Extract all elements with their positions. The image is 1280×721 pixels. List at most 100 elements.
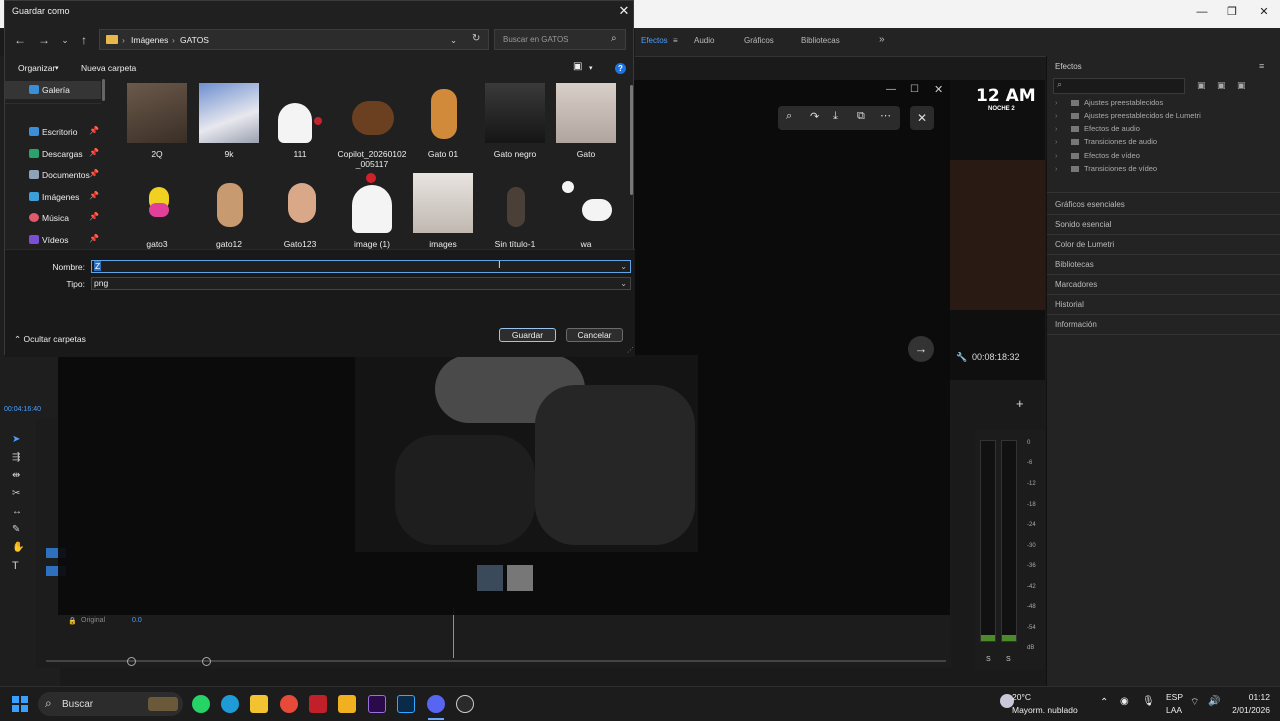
- language-line2[interactable]: LAA: [1166, 705, 1182, 715]
- recent-dropdown-icon[interactable]: ⌄: [58, 33, 72, 47]
- sidebar-item-escritorio[interactable]: Escritorio 📌: [5, 123, 101, 141]
- scroll-handle-left[interactable]: [127, 657, 136, 666]
- sidebar-item-videos[interactable]: Vídeos 📌: [5, 231, 101, 249]
- viewer-maximize-icon[interactable]: ☐: [910, 84, 919, 95]
- wrench-icon[interactable]: 🔧: [956, 352, 967, 363]
- next-arrow-icon[interactable]: →: [908, 336, 934, 362]
- address-dropdown-icon[interactable]: ⌄: [450, 35, 457, 46]
- playhead[interactable]: [453, 608, 454, 658]
- dialog-close-icon[interactable]: ✕: [617, 4, 631, 18]
- discord-icon[interactable]: [427, 695, 445, 713]
- sidebar-scrollbar[interactable]: [102, 79, 105, 101]
- help-icon[interactable]: ?: [615, 63, 626, 74]
- scroll-handle-right[interactable]: [202, 657, 211, 666]
- more-tabs-icon[interactable]: »: [879, 34, 885, 45]
- breadcrumb-imagenes[interactable]: Imágenes: [131, 35, 168, 45]
- effects-tree-item[interactable]: › Transiciones de vídeo: [1055, 164, 1157, 173]
- section-historial[interactable]: Historial: [1055, 300, 1084, 309]
- timeline-scrollbar[interactable]: [46, 660, 946, 662]
- app-a-icon[interactable]: [338, 695, 356, 713]
- tab-efectos[interactable]: Efectos: [641, 36, 668, 45]
- viewer-close-icon[interactable]: ✕: [934, 83, 943, 96]
- resize-grip-icon[interactable]: ⋰: [627, 346, 634, 354]
- tab-audio[interactable]: Audio: [694, 36, 714, 45]
- back-arrow-icon[interactable]: ←: [13, 33, 27, 47]
- section-bibliotecas[interactable]: Bibliotecas: [1055, 260, 1094, 269]
- forward-arrow-icon[interactable]: →: [37, 33, 51, 47]
- forward-icon[interactable]: ↷: [810, 110, 819, 123]
- section-marcadores[interactable]: Marcadores: [1055, 280, 1097, 289]
- section-sonido-esencial[interactable]: Sonido esencial: [1055, 220, 1111, 229]
- sidebar-item-documentos[interactable]: Documentos 📌: [5, 166, 101, 184]
- organize-button[interactable]: Organizar: [18, 63, 55, 73]
- view-options-icon[interactable]: ▣: [573, 61, 582, 72]
- game-icon[interactable]: [309, 695, 327, 713]
- view-dropdown-icon[interactable]: ▾: [589, 64, 593, 72]
- sidebar-item-descargas[interactable]: Descargas 📌: [5, 145, 101, 163]
- selection-tool-icon[interactable]: ➤: [12, 434, 20, 445]
- volume-icon[interactable]: 🔊: [1208, 696, 1220, 707]
- effects-tree-item[interactable]: › Efectos de audio: [1055, 124, 1140, 133]
- ripple-edit-tool-icon[interactable]: ⇹: [12, 470, 20, 481]
- new-folder-button[interactable]: Nueva carpeta: [81, 63, 136, 73]
- chrome-icon[interactable]: [280, 695, 298, 713]
- microphone-icon[interactable]: 🎙: [1142, 696, 1155, 707]
- solo-left-button[interactable]: S: [986, 656, 991, 663]
- sidebar-item-imagenes[interactable]: Imágenes 📌: [5, 188, 101, 206]
- photoshop-icon[interactable]: [397, 695, 415, 713]
- filename-input[interactable]: Z ⌄ I: [91, 260, 631, 273]
- pen-tool-icon[interactable]: ✎: [12, 524, 20, 535]
- solo-right-button[interactable]: S: [1006, 656, 1011, 663]
- tray-chevron-icon[interactable]: ⌃: [1100, 697, 1108, 708]
- effects-tree-item[interactable]: › Ajustes preestablecidos de Lumetri: [1055, 111, 1201, 120]
- section-color-lumetri[interactable]: Color de Lumetri: [1055, 240, 1114, 249]
- file-type-select[interactable]: png ⌄: [91, 277, 631, 290]
- thumbnail[interactable]: [477, 565, 503, 591]
- wifi-icon[interactable]: ⌔: [1190, 696, 1199, 709]
- file-grid-scrollbar[interactable]: [630, 85, 633, 195]
- save-button[interactable]: Guardar: [499, 328, 556, 342]
- section-informacion[interactable]: Información: [1055, 320, 1097, 329]
- cancel-button[interactable]: Cancelar: [566, 328, 623, 342]
- type-tool-icon[interactable]: T: [12, 560, 19, 572]
- whatsapp-icon[interactable]: [192, 695, 210, 713]
- open-external-icon[interactable]: ⧉: [857, 110, 865, 123]
- file-explorer-icon[interactable]: [250, 695, 268, 713]
- add-button-icon[interactable]: +: [1016, 396, 1024, 411]
- track-select-tool-icon[interactable]: ⇶: [12, 452, 20, 463]
- download-icon[interactable]: ⤓: [833, 110, 838, 123]
- taskbar-search[interactable]: ⌕ Buscar: [38, 692, 183, 716]
- language-line1[interactable]: ESP: [1166, 692, 1183, 702]
- panel-menu-icon[interactable]: ≡: [1259, 61, 1264, 71]
- section-graficos-esenciales[interactable]: Gráficos esenciales: [1055, 200, 1125, 209]
- hand-tool-icon[interactable]: ✋: [12, 542, 24, 553]
- address-bar[interactable]: › Imágenes › GATOS ⌄ ↻: [99, 29, 489, 50]
- app-icon[interactable]: [456, 695, 474, 713]
- 32bit-effects-icon[interactable]: ▣: [1217, 80, 1226, 91]
- viewer-close-button-icon[interactable]: ✕: [910, 106, 934, 130]
- clock-time[interactable]: 01:12: [1230, 692, 1270, 702]
- close-icon[interactable]: ✕: [1248, 2, 1280, 22]
- zoom-icon[interactable]: ⌕: [786, 110, 792, 123]
- yuv-effects-icon[interactable]: ▣: [1237, 80, 1246, 91]
- clock-date[interactable]: 2/01/2026: [1222, 705, 1270, 715]
- filename-dropdown-icon[interactable]: ⌄: [620, 261, 627, 272]
- workspace-menu-icon[interactable]: ≡: [673, 36, 678, 45]
- edge-icon[interactable]: [221, 695, 239, 713]
- viewer-minimize-icon[interactable]: —: [886, 84, 896, 95]
- sidebar-item-galeria[interactable]: Galería: [5, 81, 101, 99]
- tab-graficos[interactable]: Gráficos: [744, 36, 774, 45]
- accelerated-effects-icon[interactable]: ▣: [1197, 80, 1206, 91]
- effects-tree-item[interactable]: › Ajustes preestablecidos: [1055, 98, 1163, 107]
- restore-icon[interactable]: ❐: [1216, 2, 1248, 22]
- effects-search-input[interactable]: ⌕: [1053, 78, 1185, 94]
- hide-folders-button[interactable]: ⌃ Ocultar carpetas: [14, 334, 86, 345]
- premiere-icon[interactable]: [368, 695, 386, 713]
- effects-tree-item[interactable]: › Transiciones de audio: [1055, 137, 1157, 146]
- refresh-icon[interactable]: ↻: [472, 33, 480, 44]
- sidebar-item-musica[interactable]: Música 📌: [5, 209, 101, 227]
- timeline-original-value[interactable]: 0.0: [132, 617, 142, 624]
- razor-tool-icon[interactable]: ✂: [12, 488, 20, 499]
- discord-tray-icon[interactable]: ◉: [1120, 696, 1129, 707]
- breadcrumb-gatos[interactable]: GATOS: [180, 35, 209, 45]
